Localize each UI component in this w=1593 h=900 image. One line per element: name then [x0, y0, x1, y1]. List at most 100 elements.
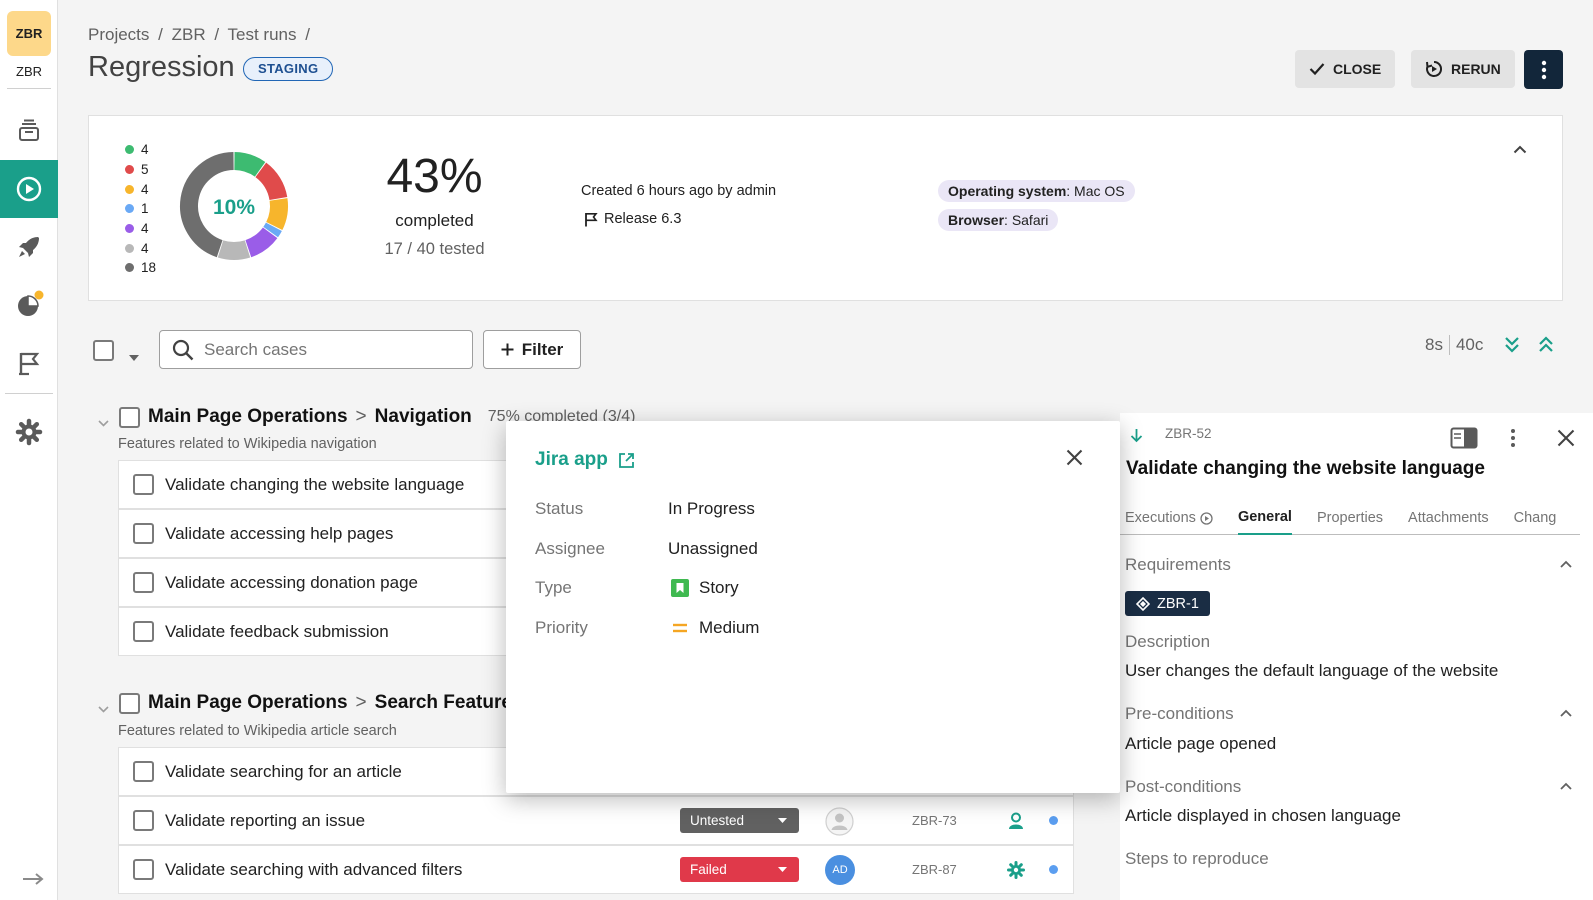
suite-collapse-toggle[interactable]: [98, 700, 109, 718]
config-key: Browser: [948, 212, 1005, 228]
sidebar-item-test-runs[interactable]: [0, 160, 58, 218]
config-chip-os: Operating system: Mac OS: [938, 180, 1135, 202]
expand-sidebar-button[interactable]: [22, 872, 44, 891]
case-count: 40c: [1455, 335, 1484, 354]
case-title: Validate changing the website language: [165, 474, 465, 494]
unassigned-avatar-icon[interactable]: [825, 807, 854, 836]
chevron-up-icon[interactable]: [1560, 560, 1572, 568]
test-runs-icon: [16, 176, 42, 202]
check-icon: [1309, 63, 1325, 76]
sidebar-item-dashboards[interactable]: [0, 276, 58, 334]
search-icon: [172, 339, 194, 360]
case-title: Validate accessing donation page: [165, 572, 418, 592]
case-key: ZBR-87: [912, 862, 957, 877]
config-separator: :: [1004, 212, 1012, 228]
tab-properties[interactable]: Properties: [1317, 501, 1383, 535]
case-title: Validate reporting an issue: [165, 810, 366, 830]
donut-segment: [233, 152, 266, 177]
filter-button[interactable]: Filter: [483, 330, 581, 369]
more-actions-button[interactable]: [1524, 50, 1563, 89]
status-dropdown[interactable]: Untested: [680, 808, 799, 833]
chevron-down-icon: [98, 420, 109, 427]
sidebar-item-launches[interactable]: [0, 218, 58, 276]
search-input[interactable]: [204, 339, 454, 360]
breadcrumb-zbr[interactable]: ZBR: [172, 25, 206, 44]
case-checkbox[interactable]: [133, 859, 154, 880]
divider: [7, 88, 51, 89]
jira-issue-popup: Jira app Status In Progress Assignee Una…: [506, 421, 1120, 793]
jira-app-link[interactable]: Jira app: [535, 449, 635, 471]
donut-center-label: 10%: [213, 196, 255, 219]
execution-indicator-dot: [1049, 865, 1058, 874]
legend-color-dot: [125, 165, 134, 175]
sidebar-item-test-cases[interactable]: [0, 102, 58, 160]
status-field-label: Status: [535, 499, 584, 518]
assignee-field-value: Unassigned: [668, 539, 758, 559]
case-checkbox[interactable]: [133, 474, 154, 495]
milestone-info[interactable]: Release 6.3: [584, 211, 681, 227]
automation-gear-icon: [1007, 861, 1025, 879]
description-label: Description: [1125, 632, 1211, 651]
case-checkbox[interactable]: [133, 523, 154, 544]
suite-checkbox[interactable]: [119, 693, 140, 714]
assignee-avatar[interactable]: AD: [825, 855, 855, 885]
notification-dot: [34, 290, 44, 300]
priority-value: Medium: [699, 618, 760, 637]
donut-segment: [255, 162, 288, 201]
close-icon[interactable]: [1557, 429, 1575, 447]
assignee-field-label: Assignee: [535, 539, 605, 558]
breadcrumb: Projects / ZBR / Test runs /: [88, 25, 314, 45]
status-dropdown[interactable]: Failed: [680, 857, 799, 882]
case-checkbox[interactable]: [133, 761, 154, 782]
requirement-key: ZBR-1: [1157, 595, 1199, 612]
tab-executions[interactable]: Executions: [1125, 501, 1213, 535]
tab-changes[interactable]: Chang: [1514, 501, 1557, 535]
select-options-dropdown[interactable]: [129, 348, 139, 366]
legend-color-dot: [125, 243, 134, 253]
config-value: Safari: [1011, 212, 1049, 228]
run-summary-card: 4 5 4 1 4 4 18 10% 43% completed 17 / 40 teste…: [88, 115, 1563, 301]
legend-value: 4: [141, 142, 149, 158]
suite-checkbox[interactable]: [119, 407, 140, 428]
case-checkbox[interactable]: [133, 621, 154, 642]
suite-path-separator: >: [355, 692, 367, 713]
play-circle-icon: [1200, 511, 1213, 525]
dashboard-chart-icon: [18, 290, 44, 316]
sidebar-item-settings[interactable]: [0, 403, 58, 461]
requirement-chip[interactable]: ZBR-1: [1125, 591, 1210, 616]
case-key: ZBR-73: [912, 813, 957, 828]
requirements-label: Requirements: [1125, 555, 1231, 574]
tab-general[interactable]: General: [1237, 501, 1292, 535]
toggle-panel-view-icon[interactable]: [1450, 427, 1478, 449]
chevron-up-icon[interactable]: [1560, 782, 1572, 790]
collapse-summary-button[interactable]: [1513, 141, 1527, 159]
project-badge[interactable]: ZBR: [7, 11, 51, 56]
breadcrumb-projects[interactable]: Projects: [88, 25, 149, 44]
legend-color-dot: [125, 263, 134, 273]
flag-icon: [19, 352, 40, 376]
case-checkbox[interactable]: [133, 810, 154, 831]
legend-item: 18: [125, 258, 156, 278]
expand-arrow-icon: [23, 873, 44, 885]
breadcrumb-test-runs[interactable]: Test runs: [228, 25, 297, 44]
legend-value: 4: [141, 221, 149, 237]
sidebar-item-milestones[interactable]: [0, 334, 58, 392]
test-case-row[interactable]: Validate searching with advanced filters…: [118, 845, 1074, 894]
expand-all-icon[interactable]: [1497, 335, 1527, 355]
more-vertical-icon[interactable]: [1510, 428, 1516, 448]
close-run-button[interactable]: CLOSE: [1295, 50, 1396, 88]
tab-attachments[interactable]: Attachments: [1408, 501, 1489, 535]
case-checkbox[interactable]: [133, 572, 154, 593]
rerun-button[interactable]: RERUN: [1411, 50, 1515, 88]
suite-collapse-toggle[interactable]: [98, 414, 109, 432]
select-all-checkbox[interactable]: [93, 340, 114, 361]
tested-count: 17 / 40 tested: [384, 240, 485, 258]
close-icon[interactable]: [1066, 449, 1083, 466]
legend-item: 4: [125, 219, 156, 239]
collapse-all-icon[interactable]: [1533, 335, 1559, 355]
suite-description: Features related to Wikipedia navigation: [118, 436, 377, 452]
chevron-up-icon[interactable]: [1560, 709, 1572, 717]
test-case-row[interactable]: Validate reporting an issue Untested ZBR…: [118, 796, 1074, 845]
breadcrumb-separator: /: [305, 25, 310, 44]
story-icon: [671, 579, 689, 597]
